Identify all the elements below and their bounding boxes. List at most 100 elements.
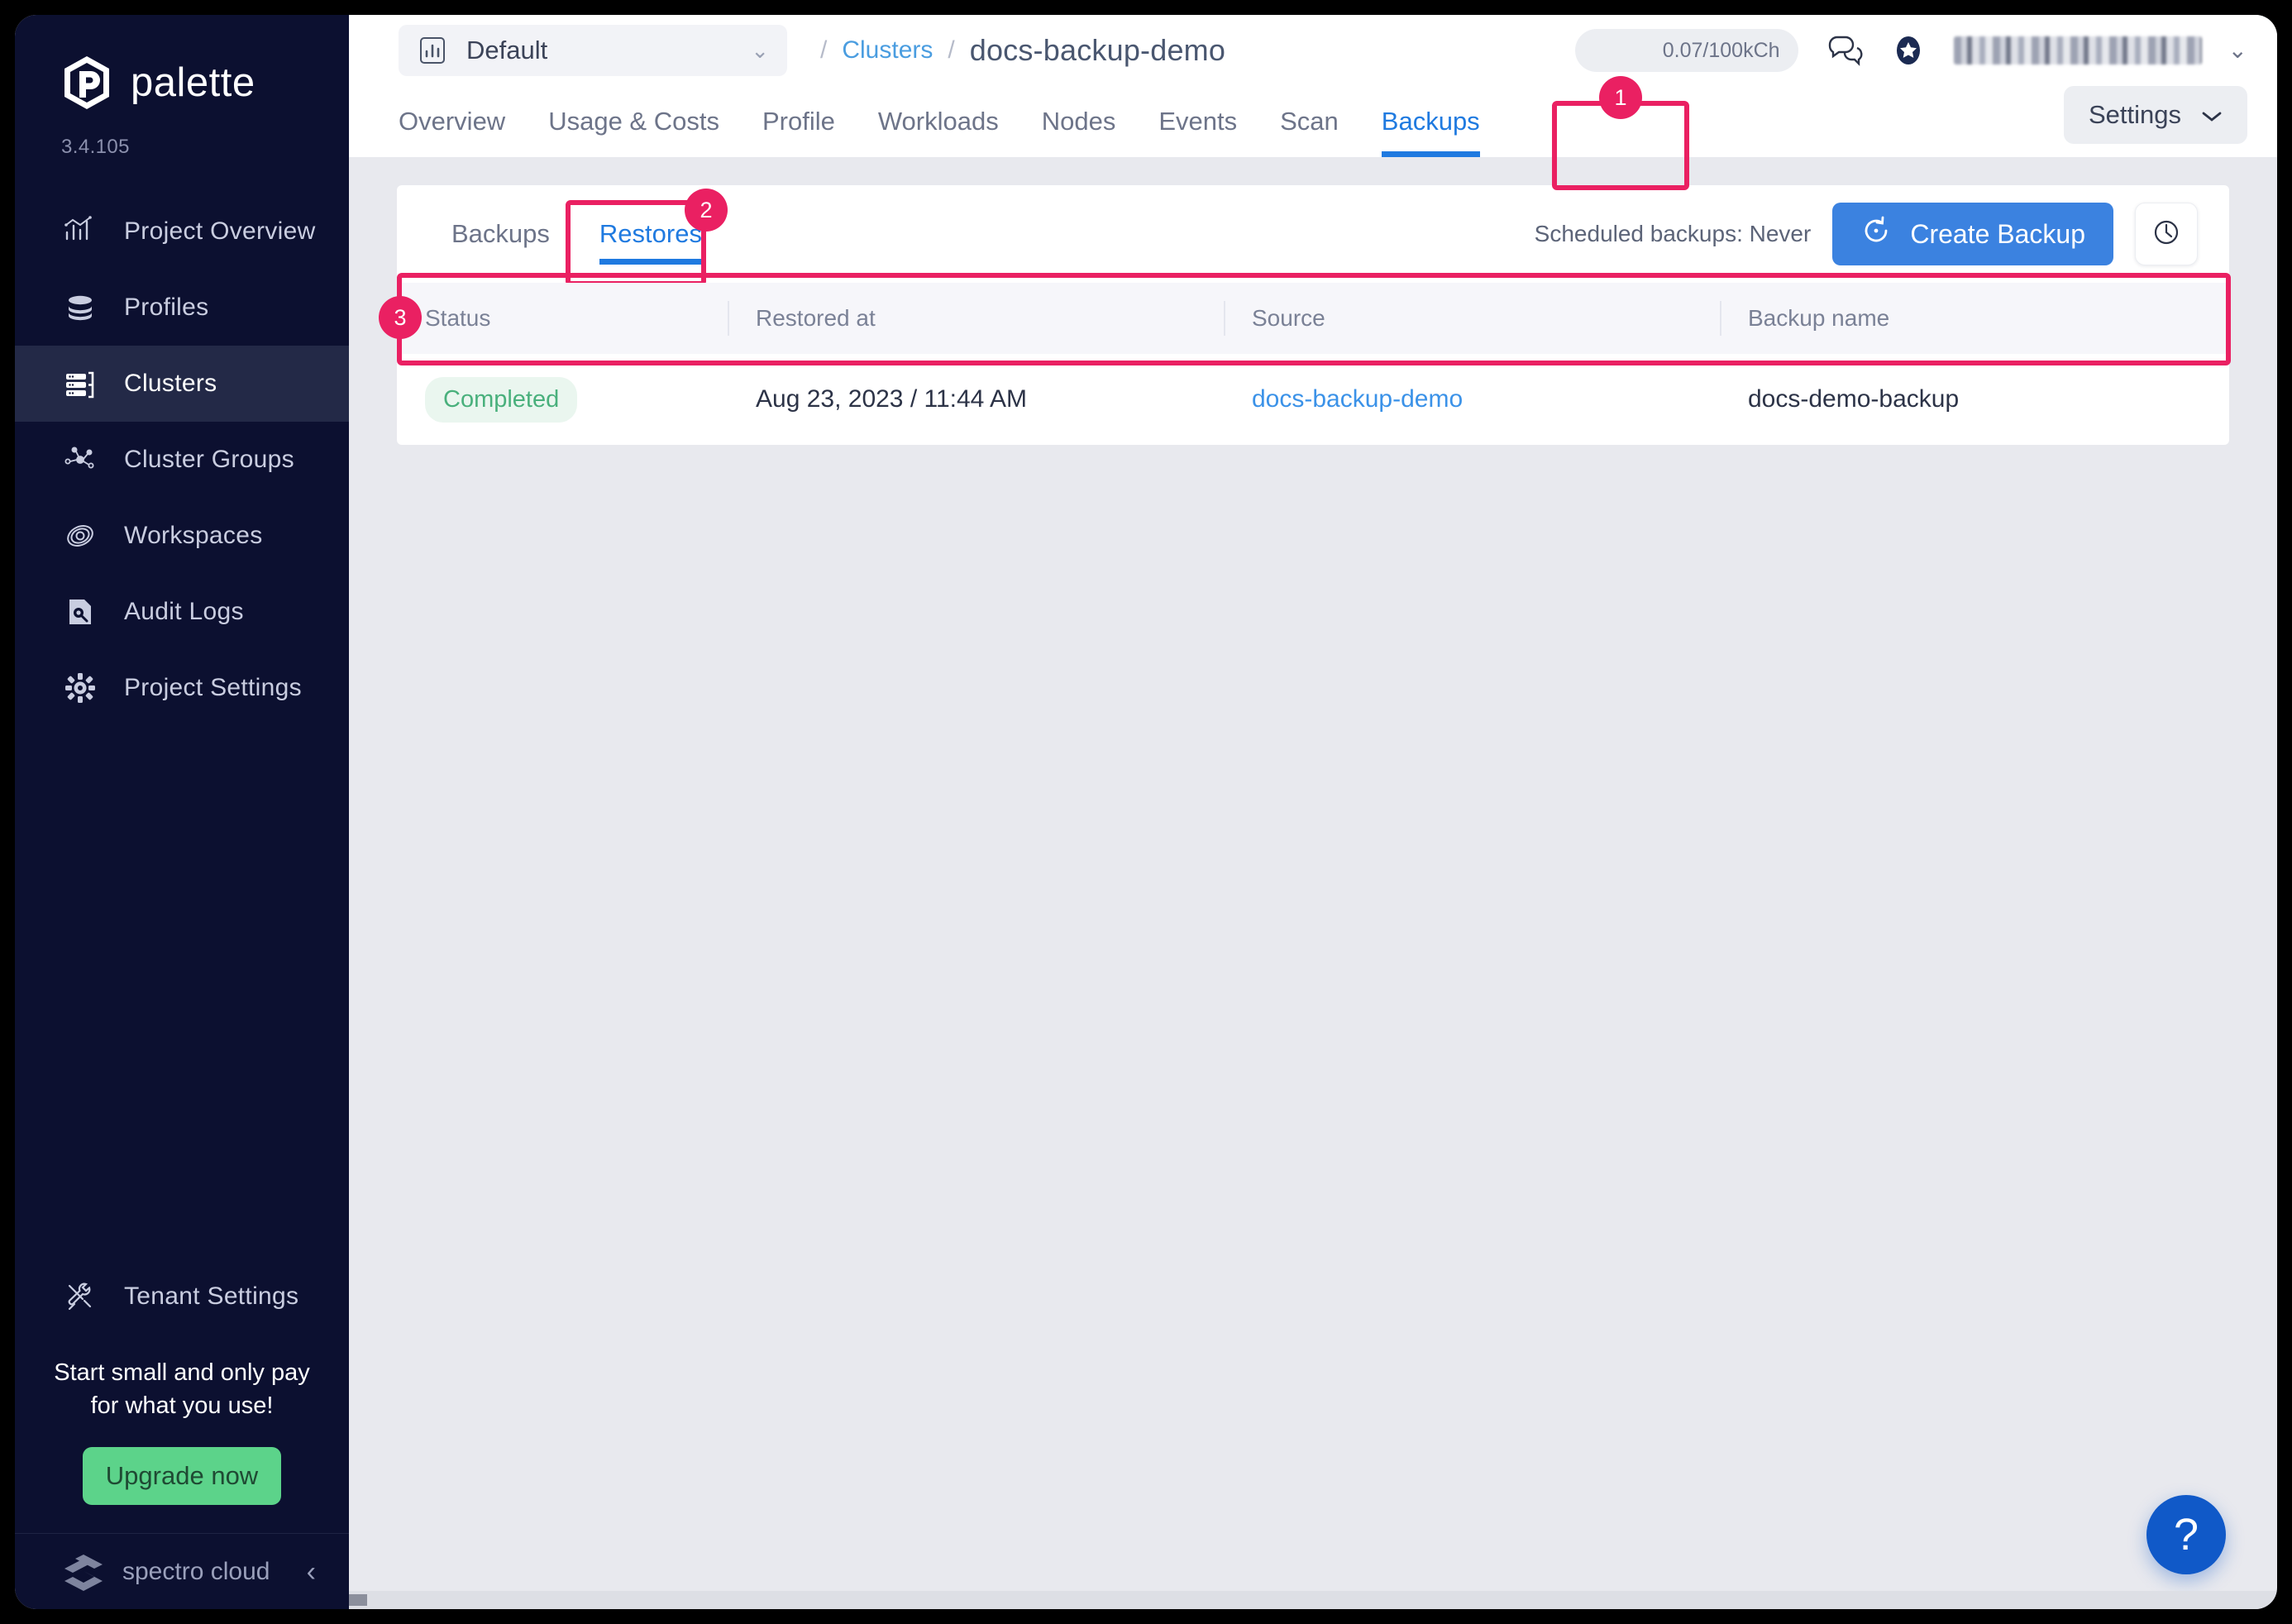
sidebar-item-project-overview[interactable]: Project Overview — [15, 193, 349, 270]
sidebar-item-tenant-settings[interactable]: Tenant Settings — [15, 1259, 349, 1335]
chevron-down-icon[interactable]: ⌄ — [2228, 39, 2247, 62]
tab-scan[interactable]: Scan — [1258, 86, 1360, 157]
subtab-label: Restores — [599, 219, 702, 248]
tab-nodes[interactable]: Nodes — [1020, 86, 1138, 157]
chevron-down-icon — [2201, 100, 2223, 130]
app-window: palette 3.4.105 Project Overview Profile… — [15, 15, 2277, 1609]
sidebar-item-project-settings[interactable]: Project Settings — [15, 650, 349, 726]
breadcrumb-separator: / — [820, 36, 828, 64]
restore-arrow-icon — [1860, 215, 1892, 253]
tab-profile[interactable]: Profile — [741, 86, 857, 157]
cluster-tabs: Overview Usage & Costs Profile Workloads… — [399, 86, 1502, 157]
sidebar-item-audit-logs[interactable]: Audit Logs — [15, 574, 349, 650]
tab-label: Workloads — [877, 107, 999, 136]
column-header-backup-name: Backup name — [1720, 283, 2229, 354]
table-head: Status Restored at Source Backup name — [397, 283, 2229, 354]
page-title: docs-backup-demo — [969, 33, 1226, 67]
upgrade-now-button[interactable]: Upgrade now — [82, 1447, 282, 1505]
chat-bubbles-icon[interactable] — [1825, 31, 1863, 69]
palette-logo-icon — [61, 55, 112, 111]
gear-icon — [61, 669, 99, 707]
sidebar-item-clusters[interactable]: Clusters — [15, 346, 349, 422]
tab-label: Overview — [399, 107, 506, 136]
subtab-label: Backups — [451, 219, 550, 248]
sidebar-item-label: Tenant Settings — [124, 1282, 299, 1310]
tab-label: Nodes — [1041, 107, 1116, 136]
topbar-upper-row: Default ⌄ / Clusters / docs-backup-demo … — [349, 15, 2277, 86]
promo-line-2: for what you use! — [90, 1392, 274, 1419]
help-button[interactable]: ? — [2146, 1495, 2226, 1574]
cell-restored-at: Aug 23, 2023 / 11:44 AM — [756, 385, 1028, 413]
create-backup-button[interactable]: Create Backup — [1832, 203, 2113, 265]
breadcrumb-clusters-link[interactable]: Clusters — [842, 36, 933, 64]
breadcrumb: / Clusters / docs-backup-demo — [820, 33, 1225, 68]
chart-icon — [417, 35, 448, 66]
question-mark-icon: ? — [2173, 1510, 2199, 1560]
sidebar-footer: spectro cloud ‹ — [15, 1533, 349, 1609]
audit-icon — [61, 593, 99, 631]
content-area: Backups Restores Scheduled backups: Neve… — [349, 157, 2277, 1591]
sidebar-item-label: Cluster Groups — [124, 446, 294, 473]
scrollbar-thumb[interactable] — [349, 1594, 367, 1606]
column-header-source: Source — [1224, 283, 1720, 354]
brand[interactable]: palette — [15, 15, 349, 111]
chevron-left-icon[interactable]: ‹ — [307, 1558, 316, 1586]
tab-label: Usage & Costs — [548, 107, 719, 136]
tab-overview[interactable]: Overview — [399, 86, 527, 157]
cell-backup-name: docs-demo-backup — [1748, 385, 1960, 413]
promo-line-1: Start small and only pay — [54, 1359, 310, 1386]
source-cluster-link[interactable]: docs-backup-demo — [1252, 385, 1463, 413]
sidebar-nav: Project Overview Profiles Clusters Clust… — [15, 193, 349, 726]
settings-button[interactable]: Settings — [2063, 86, 2247, 144]
upgrade-promo: Start small and only pay for what you us… — [15, 1335, 349, 1505]
orbit-icon — [61, 517, 99, 555]
column-header-status: Status — [397, 283, 728, 354]
user-name-redacted — [1953, 36, 2202, 64]
project-selector[interactable]: Default ⌄ — [399, 25, 787, 76]
sidebar-item-cluster-groups[interactable]: Cluster Groups — [15, 422, 349, 498]
chevron-down-icon: ⌄ — [751, 38, 769, 63]
scheduled-backups-text: Scheduled backups: Never — [1534, 221, 1812, 246]
sidebar-item-label: Clusters — [124, 370, 217, 397]
restores-card: Backups Restores Scheduled backups: Neve… — [397, 185, 2229, 445]
subtab-backups[interactable]: Backups — [427, 185, 575, 283]
tab-label: Scan — [1280, 107, 1339, 136]
star-badge-icon[interactable] — [1889, 31, 1927, 69]
chart-icon — [61, 213, 99, 251]
sidebar: palette 3.4.105 Project Overview Profile… — [15, 15, 349, 1609]
sidebar-item-workspaces[interactable]: Workspaces — [15, 498, 349, 574]
restores-table: Status Restored at Source Backup name Co… — [397, 283, 2229, 445]
spectro-cloud-logo-icon — [61, 1550, 106, 1594]
tab-usage-costs[interactable]: Usage & Costs — [527, 86, 741, 157]
table-row[interactable]: Completed Aug 23, 2023 / 11:44 AM docs-b… — [397, 354, 2229, 445]
usage-pill[interactable]: 0.07/100kCh — [1574, 29, 1798, 72]
sidebar-item-label: Project Settings — [124, 674, 302, 701]
company-name: spectro cloud — [122, 1557, 270, 1585]
tab-events[interactable]: Events — [1137, 86, 1258, 157]
backup-history-button[interactable] — [2135, 203, 2198, 265]
sidebar-item-profiles[interactable]: Profiles — [15, 270, 349, 346]
topbar: Default ⌄ / Clusters / docs-backup-demo … — [349, 15, 2277, 190]
card-toolbar: Backups Restores Scheduled backups: Neve… — [397, 185, 2229, 286]
cell-source: docs-backup-demo — [1224, 354, 1720, 445]
sidebar-item-label: Audit Logs — [124, 598, 244, 625]
app-version: 3.4.105 — [61, 136, 130, 158]
annotation-badge-3: 3 — [379, 296, 422, 339]
bottom-scrollbar[interactable] — [349, 1591, 2277, 1609]
network-icon — [61, 441, 99, 479]
clock-icon — [2149, 215, 2184, 254]
tab-workloads[interactable]: Workloads — [857, 86, 1020, 157]
sidebar-item-label: Workspaces — [124, 522, 263, 549]
breadcrumb-separator: / — [948, 36, 955, 64]
status-badge: Completed — [425, 376, 578, 423]
sidebar-bottom: Tenant Settings Start small and only pay… — [15, 1259, 349, 1609]
sidebar-item-label: Project Overview — [124, 217, 316, 245]
annotation-badge-1: 1 — [1599, 76, 1642, 119]
topbar-actions: 0.07/100kCh ⌄ — [1574, 29, 2247, 72]
card-actions: Scheduled backups: Never Create Backup — [1535, 203, 2198, 265]
tab-label: Events — [1158, 107, 1238, 136]
layers-icon — [61, 289, 99, 327]
tab-backups[interactable]: Backups — [1360, 86, 1502, 157]
column-header-restored-at: Restored at — [728, 283, 1224, 354]
cluster-tabs-row: Overview Usage & Costs Profile Workloads… — [349, 76, 2277, 190]
